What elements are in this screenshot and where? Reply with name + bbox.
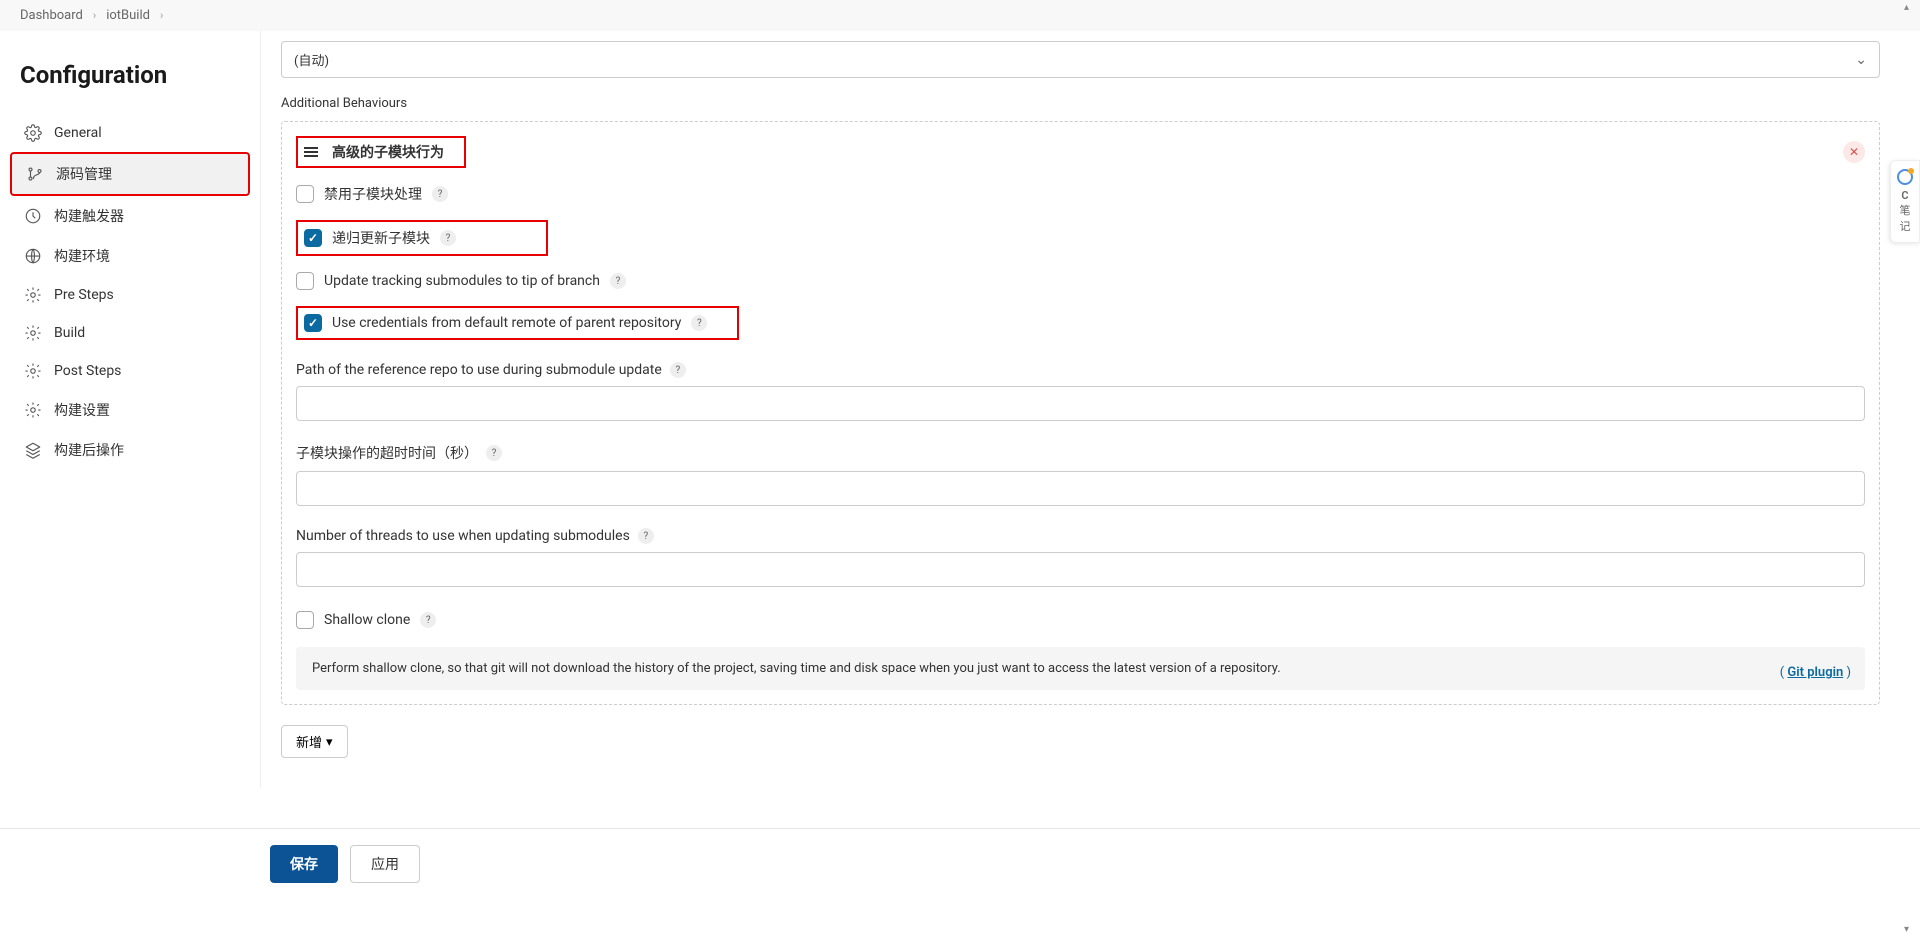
clock-icon [24,207,42,225]
layers-icon [24,441,42,459]
checkbox-disable-submodule[interactable] [296,185,314,203]
sidebar-item-label: Build [54,325,85,341]
option-shallow-clone: Shallow clone ? [296,611,1865,629]
page-title: Configuration [20,61,240,89]
git-plugin-link[interactable]: Git plugin [1787,665,1843,680]
sidebar-item-label: General [54,125,102,141]
help-icon[interactable]: ? [610,273,626,289]
sidebar-item-general[interactable]: General [10,114,250,152]
select-value: (自动) [294,50,329,69]
gear-icon [24,324,42,342]
breadcrumb-project[interactable]: iotBuild [106,8,150,23]
drag-handle-icon[interactable] [304,147,318,157]
checkbox-use-credentials[interactable] [304,314,322,332]
option-label: Shallow clone [324,612,410,628]
checkbox-shallow-clone[interactable] [296,611,314,629]
sidebar-item-post-build[interactable]: 构建后操作 [10,430,250,470]
option-recursive-update: 递归更新子模块 ? [296,220,548,256]
checkbox-recursive-update[interactable] [304,229,322,247]
option-label: 递归更新子模块 [332,228,430,248]
option-update-tracking: Update tracking submodules to tip of bra… [296,272,1865,290]
content-area: (自动) ⌄ Additional Behaviours 高级的子模块行为 ✕ … [260,31,1920,788]
help-icon[interactable]: ? [440,230,456,246]
globe-icon [24,247,42,265]
checkbox-update-tracking[interactable] [296,272,314,290]
sidebar-item-label: 源码管理 [56,164,112,184]
sidebar-item-label: 构建后操作 [54,440,124,460]
gear-icon [24,362,42,380]
breadcrumb: Dashboard › iotBuild › [0,0,1920,31]
label-timeout: 子模块操作的超时时间（秒） ? [296,443,1865,463]
info-box: Perform shallow clone, so that git will … [296,647,1865,690]
help-icon[interactable]: ? [691,315,707,331]
apply-button[interactable]: 应用 [350,845,420,883]
gear-icon [24,401,42,419]
remove-behaviour-button[interactable]: ✕ [1843,141,1865,163]
input-timeout[interactable] [296,471,1865,506]
save-button[interactable]: 保存 [270,845,338,883]
add-behaviour-button[interactable]: 新增 ▾ [281,725,348,758]
sidebar-item-env[interactable]: 构建环境 [10,236,250,276]
sidebar-item-label: Post Steps [54,363,121,379]
panel-title-text: 高级的子模块行为 [332,142,444,162]
breadcrumb-dashboard[interactable]: Dashboard [20,8,83,23]
sidebar: Configuration General 源码管理 构建触发器 构建环境 Pr… [0,31,260,788]
chevron-right-icon: › [93,9,96,22]
sidebar-item-build[interactable]: Build [10,314,250,352]
label-reference-repo: Path of the reference repo to use during… [296,362,1865,378]
footer-bar: 保存 应用 [0,828,1920,899]
sidebar-item-settings[interactable]: 构建设置 [10,390,250,430]
help-icon[interactable]: ? [420,612,436,628]
sidebar-item-triggers[interactable]: 构建触发器 [10,196,250,236]
auto-select[interactable]: (自动) ⌄ [281,41,1880,78]
option-disable-submodule: 禁用子模块处理 ? [296,184,1865,204]
sidebar-item-label: Pre Steps [54,287,114,303]
option-use-credentials: Use credentials from default remote of p… [296,306,739,340]
sidebar-item-post-steps[interactable]: Post Steps [10,352,250,390]
chevron-right-icon: › [160,9,163,22]
sidebar-item-scm[interactable]: 源码管理 [10,152,250,196]
input-threads[interactable] [296,552,1865,587]
sidebar-item-label: 构建环境 [54,246,110,266]
chevron-down-icon: ▾ [326,734,333,750]
additional-behaviours-label: Additional Behaviours [281,96,1880,111]
scrollbar[interactable] [1904,2,1918,935]
help-icon[interactable]: ? [670,362,686,378]
sidebar-item-pre-steps[interactable]: Pre Steps [10,276,250,314]
info-text: Perform shallow clone, so that git will … [312,661,1281,676]
option-label: Use credentials from default remote of p… [332,315,681,331]
gear-icon [24,124,42,142]
help-icon[interactable]: ? [432,186,448,202]
gear-icon [24,286,42,304]
label-threads: Number of threads to use when updating s… [296,528,1865,544]
input-reference-repo[interactable] [296,386,1865,421]
sidebar-item-label: 构建触发器 [54,206,124,226]
behaviour-panel: 高级的子模块行为 ✕ 禁用子模块处理 ? 递归更新子模块 ? Update tr… [281,121,1880,705]
option-label: Update tracking submodules to tip of bra… [324,273,600,289]
branch-icon [26,165,44,183]
option-label: 禁用子模块处理 [324,184,422,204]
help-icon[interactable]: ? [638,528,654,544]
sidebar-item-label: 构建设置 [54,400,110,420]
panel-title[interactable]: 高级的子模块行为 [296,136,466,168]
help-icon[interactable]: ? [486,445,502,461]
chevron-down-icon: ⌄ [1855,52,1867,68]
plugin-source: ( Git plugin ) [1780,665,1851,680]
